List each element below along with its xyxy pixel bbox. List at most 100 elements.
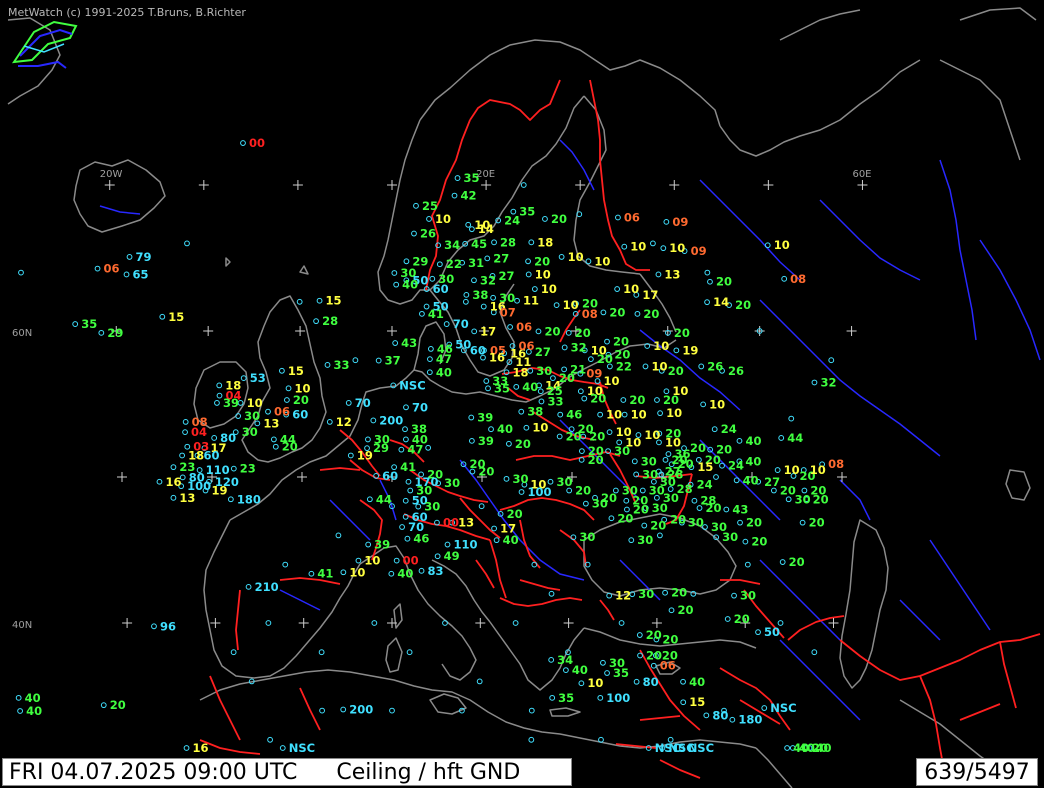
ceiling-value: 24 [728,459,744,473]
ceiling-value: 35 [558,691,574,705]
ceiling-value: 40 [402,278,418,292]
ceiling-value: 08 [828,457,844,471]
ceiling-value: 49 [444,549,460,563]
ceiling-value: 40 [745,434,761,448]
ceiling-value: 14 [478,222,494,236]
ceiling-value: 20 [643,307,659,321]
ceiling-value: 10 [630,240,646,254]
ceiling-value: 40 [743,473,759,487]
ceiling-value: 20 [813,492,829,506]
ceiling-value: 10 [672,384,688,398]
ceiling-value: 30 [536,364,552,378]
ceiling-value: 20 [534,254,550,268]
ceiling-value: 00 [403,554,419,568]
ceiling-value: 30 [652,501,668,515]
ceiling-value: 10 [349,565,365,579]
ceiling-value: 15 [288,364,304,378]
ceiling-value: 41 [428,307,444,321]
ceiling-value: 40 [497,422,513,436]
ceiling-value: 20 [575,326,591,340]
ceiling-value: 10 [247,396,263,410]
ceiling-value: 10 [563,298,579,312]
ceiling-value: 20 [706,501,722,515]
map-parameter: Ceiling / hft GND [336,760,521,785]
ceiling-value: 60 [433,282,449,296]
ceiling-value: 27 [493,251,509,265]
ceiling-value: 00 [249,136,265,150]
ceiling-value: 10 [666,406,682,420]
ceiling-value: 20 [674,326,690,340]
ceiling-value: 33 [547,394,563,408]
ceiling-value: 20 [629,393,645,407]
ceiling-value: 18 [537,235,553,249]
ceiling-value: 20 [559,371,575,385]
ceiling-value: 200 [379,413,403,427]
ceiling-value: 30 [244,409,260,423]
ceiling-value: 45 [471,237,487,251]
ceiling-value: 10 [644,428,660,442]
ceiling-value: 100 [606,691,630,705]
ceiling-value: 27 [535,345,551,359]
ceiling-value: 210 [255,580,279,594]
ceiling-value: 35 [519,205,535,219]
ceiling-value: 13 [179,491,195,505]
ceiling-value: 16 [489,351,505,365]
ceiling-value: 28 [500,235,516,249]
ceiling-value: 20 [809,516,825,530]
ceiling-value: 04 [191,425,207,439]
ceiling-value: 10 [631,408,647,422]
ceiling-value: 20 [662,632,678,646]
ceiling-value: 20 [566,430,582,444]
ceiling-value: 32 [820,375,836,389]
ceiling-value: NSC [399,378,425,392]
ceiling-value: 16 [193,741,209,755]
ceiling-value: 200 [349,703,373,717]
ceiling-value: 20 [646,628,662,642]
ceiling-value: 20 [746,516,762,530]
ceiling-value: 32 [480,273,496,287]
ceiling-value: 20 [575,484,591,498]
ceiling-value: 10 [784,463,800,477]
ceiling-value: 180 [738,713,762,727]
ceiling-value: 10 [594,254,610,268]
ceiling-value: 16 [165,475,181,489]
ceiling-value: 65 [133,267,149,281]
ceiling-value: 40 [793,741,809,755]
ceiling-value: 20 [633,503,649,517]
ceiling-value: 24 [504,213,520,227]
ceiling-value: 20 [751,535,767,549]
weather-map[interactable]: 20W 20E 60E60N40N 003542251035101424 20 06 09… [0,0,1044,788]
ceiling-value: 20 [780,484,796,498]
ceiling-value: 40 [572,663,588,677]
ceiling-value: 14 [713,295,729,309]
ceiling-value: 38 [527,405,543,419]
ceiling-value: 30 [444,476,460,490]
ceiling-value: 27 [499,269,515,283]
ceiling-value: 20 [617,511,633,525]
grid-label: 60N [12,328,32,339]
ceiling-value: 30 [722,530,738,544]
ceiling-value: 15 [168,310,184,324]
ceiling-value: 20 [478,465,494,479]
ceiling-value: 08 [790,272,806,286]
ceiling-value: 50 [764,625,780,639]
ceiling-value: 40 [26,704,42,718]
ceiling-value: 20 [282,440,298,454]
ceiling-value: 20 [613,335,629,349]
ceiling-value: 20 [668,364,684,378]
ceiling-value: 20 [515,437,531,451]
ceiling-value: 13 [664,267,680,281]
grid-label: 20W [100,169,123,180]
ceiling-value: 27 [764,475,780,489]
ceiling-value: 31 [468,256,484,270]
ceiling-value: 43 [401,336,417,350]
ceiling-value: 35 [613,666,629,680]
ceiling-value: 60 [203,448,219,462]
status-bar: FRI 04.07.2025 09:00 UTC Ceiling / hft G… [0,758,1044,788]
ceiling-value: 10 [435,212,451,226]
ceiling-value: 39 [223,396,239,410]
ceiling-value: 40 [689,675,705,689]
ceiling-value: 20 [589,430,605,444]
ceiling-value: 53 [250,371,266,385]
ceiling-value: 00 [443,516,459,530]
